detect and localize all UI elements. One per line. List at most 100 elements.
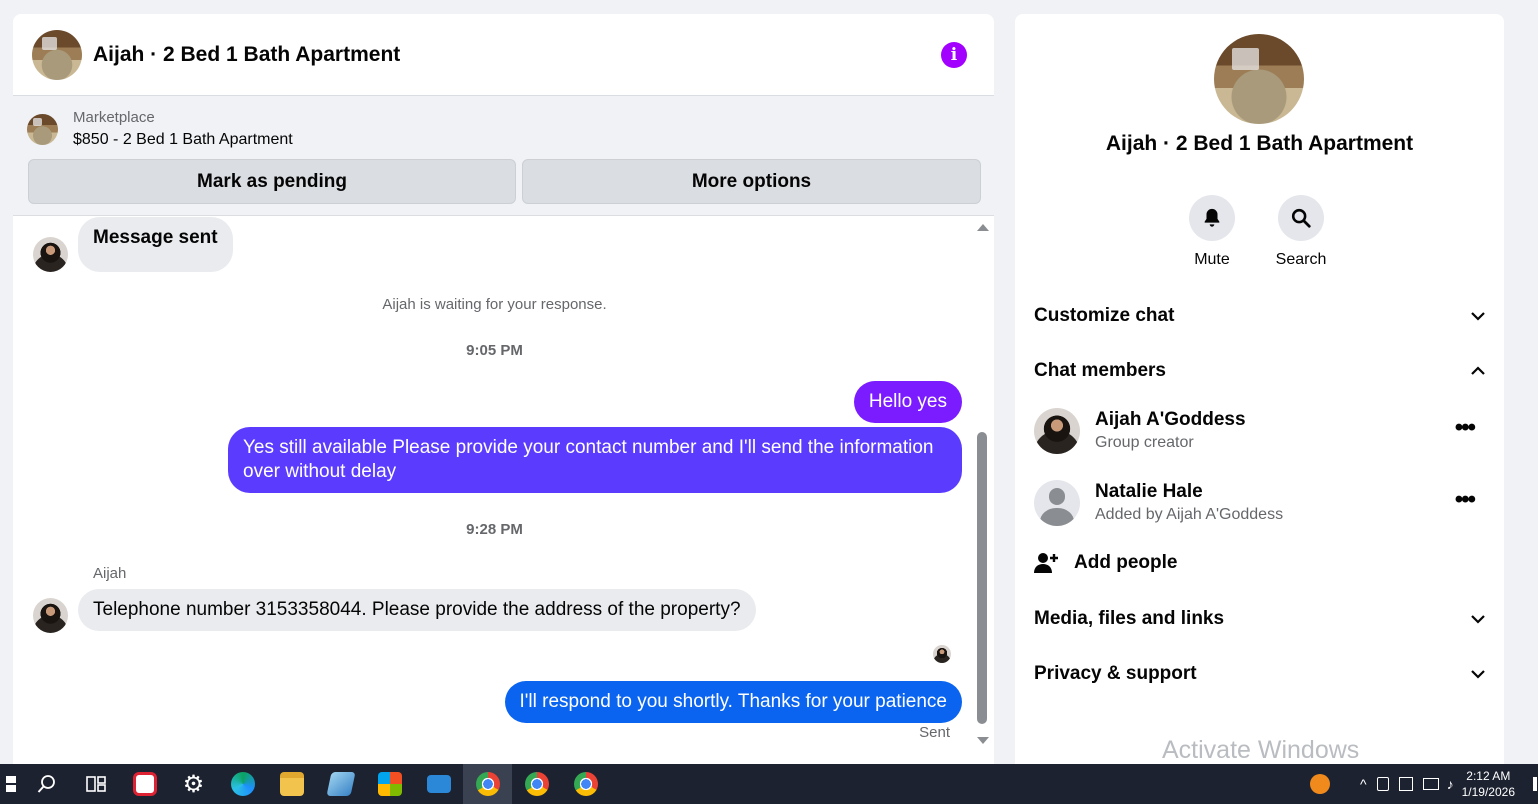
marketplace-label: Marketplace	[73, 109, 155, 126]
media-files-label: Media, files and links	[1034, 608, 1225, 629]
message-list: Message sent Aijah is waiting for your r…	[13, 217, 976, 764]
chevron-down-icon	[1471, 670, 1485, 679]
taskbar-mail[interactable]	[414, 764, 463, 804]
search-icon	[1291, 208, 1311, 228]
edge-icon	[230, 772, 255, 796]
start-button[interactable]	[0, 764, 22, 804]
more-options-button[interactable]: More options	[522, 159, 981, 204]
customize-chat-section[interactable]: Customize chat	[1034, 305, 1486, 327]
privacy-support-label: Privacy & support	[1034, 663, 1197, 684]
message-bubble[interactable]: Hello yes	[853, 381, 962, 423]
chat-members-section[interactable]: Chat members	[1034, 360, 1486, 382]
message-bubble[interactable]: Yes still available Please provide your …	[228, 427, 962, 493]
clock-time: 2:12 AM	[1466, 769, 1511, 783]
security-icon[interactable]	[1398, 777, 1413, 791]
member-name: Natalie Hale	[1095, 481, 1203, 502]
chevron-down-icon	[1471, 615, 1485, 624]
chevron-up-icon	[1471, 366, 1485, 375]
marketplace-banner: Marketplace $850 - 2 Bed 1 Bath Apartmen…	[13, 96, 994, 216]
sender-avatar[interactable]	[33, 598, 68, 633]
member-role: Group creator	[1095, 434, 1194, 451]
info-panel: Aijah · 2 Bed 1 Bath Apartment Mute Sear…	[1015, 14, 1504, 764]
member-avatar[interactable]	[1034, 480, 1080, 526]
member-avatar[interactable]	[1034, 408, 1080, 454]
more-icon[interactable]: •••	[1455, 488, 1476, 512]
member-row[interactable]: Aijah A'Goddess Group creator •••	[1034, 406, 1486, 456]
chrome-icon	[573, 772, 598, 796]
folder-icon	[279, 772, 304, 796]
chrome-icon	[475, 772, 500, 796]
windows-icon	[6, 776, 16, 792]
clock[interactable]: 2:12 AM 1/19/2026	[1462, 768, 1515, 800]
volume-icon[interactable]: ♪	[1447, 776, 1454, 792]
message-bubble[interactable]: I'll respond to you shortly. Thanks for …	[504, 681, 962, 723]
add-person-icon	[1034, 553, 1058, 573]
app-icon	[325, 772, 356, 796]
chat-members-label: Chat members	[1034, 360, 1166, 381]
info-icon[interactable]: i	[941, 42, 967, 68]
taskbar-chrome[interactable]	[512, 764, 561, 804]
taskbar-settings[interactable]: ⚙	[169, 764, 218, 804]
meet-icon[interactable]	[1376, 777, 1389, 791]
chat-scrollbar[interactable]	[977, 224, 989, 744]
scroll-up-arrow[interactable]	[977, 224, 989, 231]
mute-label: Mute	[1194, 251, 1230, 268]
message-bubble[interactable]: Telephone number 3153358044. Please prov…	[78, 589, 756, 631]
mail-icon	[426, 775, 451, 793]
listing-title[interactable]: $850 - 2 Bed 1 Bath Apartment	[73, 129, 293, 151]
task-view-button[interactable]	[71, 764, 120, 804]
more-icon[interactable]: •••	[1455, 416, 1476, 440]
notification-orb-icon[interactable]	[1310, 774, 1331, 794]
member-row[interactable]: Natalie Hale Added by Aijah A'Goddess ••…	[1034, 478, 1486, 528]
network-icon[interactable]	[1422, 778, 1439, 790]
taskbar-chrome[interactable]	[463, 764, 512, 804]
profile-name: Aijah · 2 Bed 1 Bath Apartment	[1105, 132, 1414, 155]
clock-date: 1/19/2026	[1461, 785, 1515, 799]
timestamp: 9:28 PM	[466, 521, 523, 538]
store-icon	[377, 772, 402, 796]
privacy-support-section[interactable]: Privacy & support	[1034, 663, 1486, 685]
show-desktop-button[interactable]	[1533, 777, 1537, 791]
chrome-icon	[524, 772, 549, 796]
search-button[interactable]: Search	[1266, 195, 1336, 269]
taskbar-app[interactable]	[316, 764, 365, 804]
mute-button[interactable]: Mute	[1177, 195, 1247, 269]
mark-pending-button[interactable]: Mark as pending	[28, 159, 516, 204]
search-icon	[37, 775, 55, 793]
scroll-down-arrow[interactable]	[977, 737, 989, 744]
waiting-notice: Aijah is waiting for your response.	[382, 296, 607, 313]
sender-avatar[interactable]	[33, 237, 68, 272]
sender-name: Aijah	[93, 565, 127, 582]
chat-title[interactable]: Aijah · 2 Bed 1 Bath Apartment	[93, 43, 400, 67]
chat-header: Aijah · 2 Bed 1 Bath Apartment i	[13, 14, 994, 96]
taskbar-app[interactable]	[120, 764, 169, 804]
bell-icon	[1204, 208, 1220, 227]
message-bubble[interactable]: Message sent	[78, 217, 233, 272]
taskbar-edge[interactable]	[218, 764, 267, 804]
chevron-up-icon[interactable]: ^	[1360, 776, 1367, 792]
gear-icon: ⚙	[182, 770, 205, 798]
member-role: Added by Aijah A'Goddess	[1095, 506, 1284, 523]
scroll-thumb[interactable]	[977, 432, 987, 724]
taskbar-file-explorer[interactable]	[267, 764, 316, 804]
read-receipt-avatar	[933, 645, 951, 663]
task-view-icon	[85, 776, 106, 792]
taskbar-store[interactable]	[365, 764, 414, 804]
chevron-down-icon	[1471, 312, 1485, 321]
system-tray: ^ ♪ 2:12 AM 1/19/2026	[1310, 764, 1538, 804]
add-people-label: Add people	[1074, 552, 1178, 573]
search-label: Search	[1275, 251, 1327, 268]
taskbar-chrome[interactable]	[561, 764, 610, 804]
message-status: Sent	[919, 724, 950, 741]
listing-thumbnail[interactable]	[27, 113, 58, 145]
add-people-button[interactable]: Add people	[1034, 551, 1486, 575]
taskbar: ⚙ ^ ♪ 2:12 AM 1/19/2026	[0, 764, 1538, 804]
timestamp: 9:05 PM	[466, 342, 523, 359]
customize-chat-label: Customize chat	[1034, 305, 1175, 326]
activate-windows-watermark: Activate Windows	[1162, 736, 1360, 764]
member-name: Aijah A'Goddess	[1095, 409, 1246, 430]
taskbar-search[interactable]	[22, 764, 71, 804]
profile-avatar[interactable]	[1214, 34, 1304, 124]
chat-avatar[interactable]	[32, 29, 82, 80]
media-files-section[interactable]: Media, files and links	[1034, 608, 1486, 630]
